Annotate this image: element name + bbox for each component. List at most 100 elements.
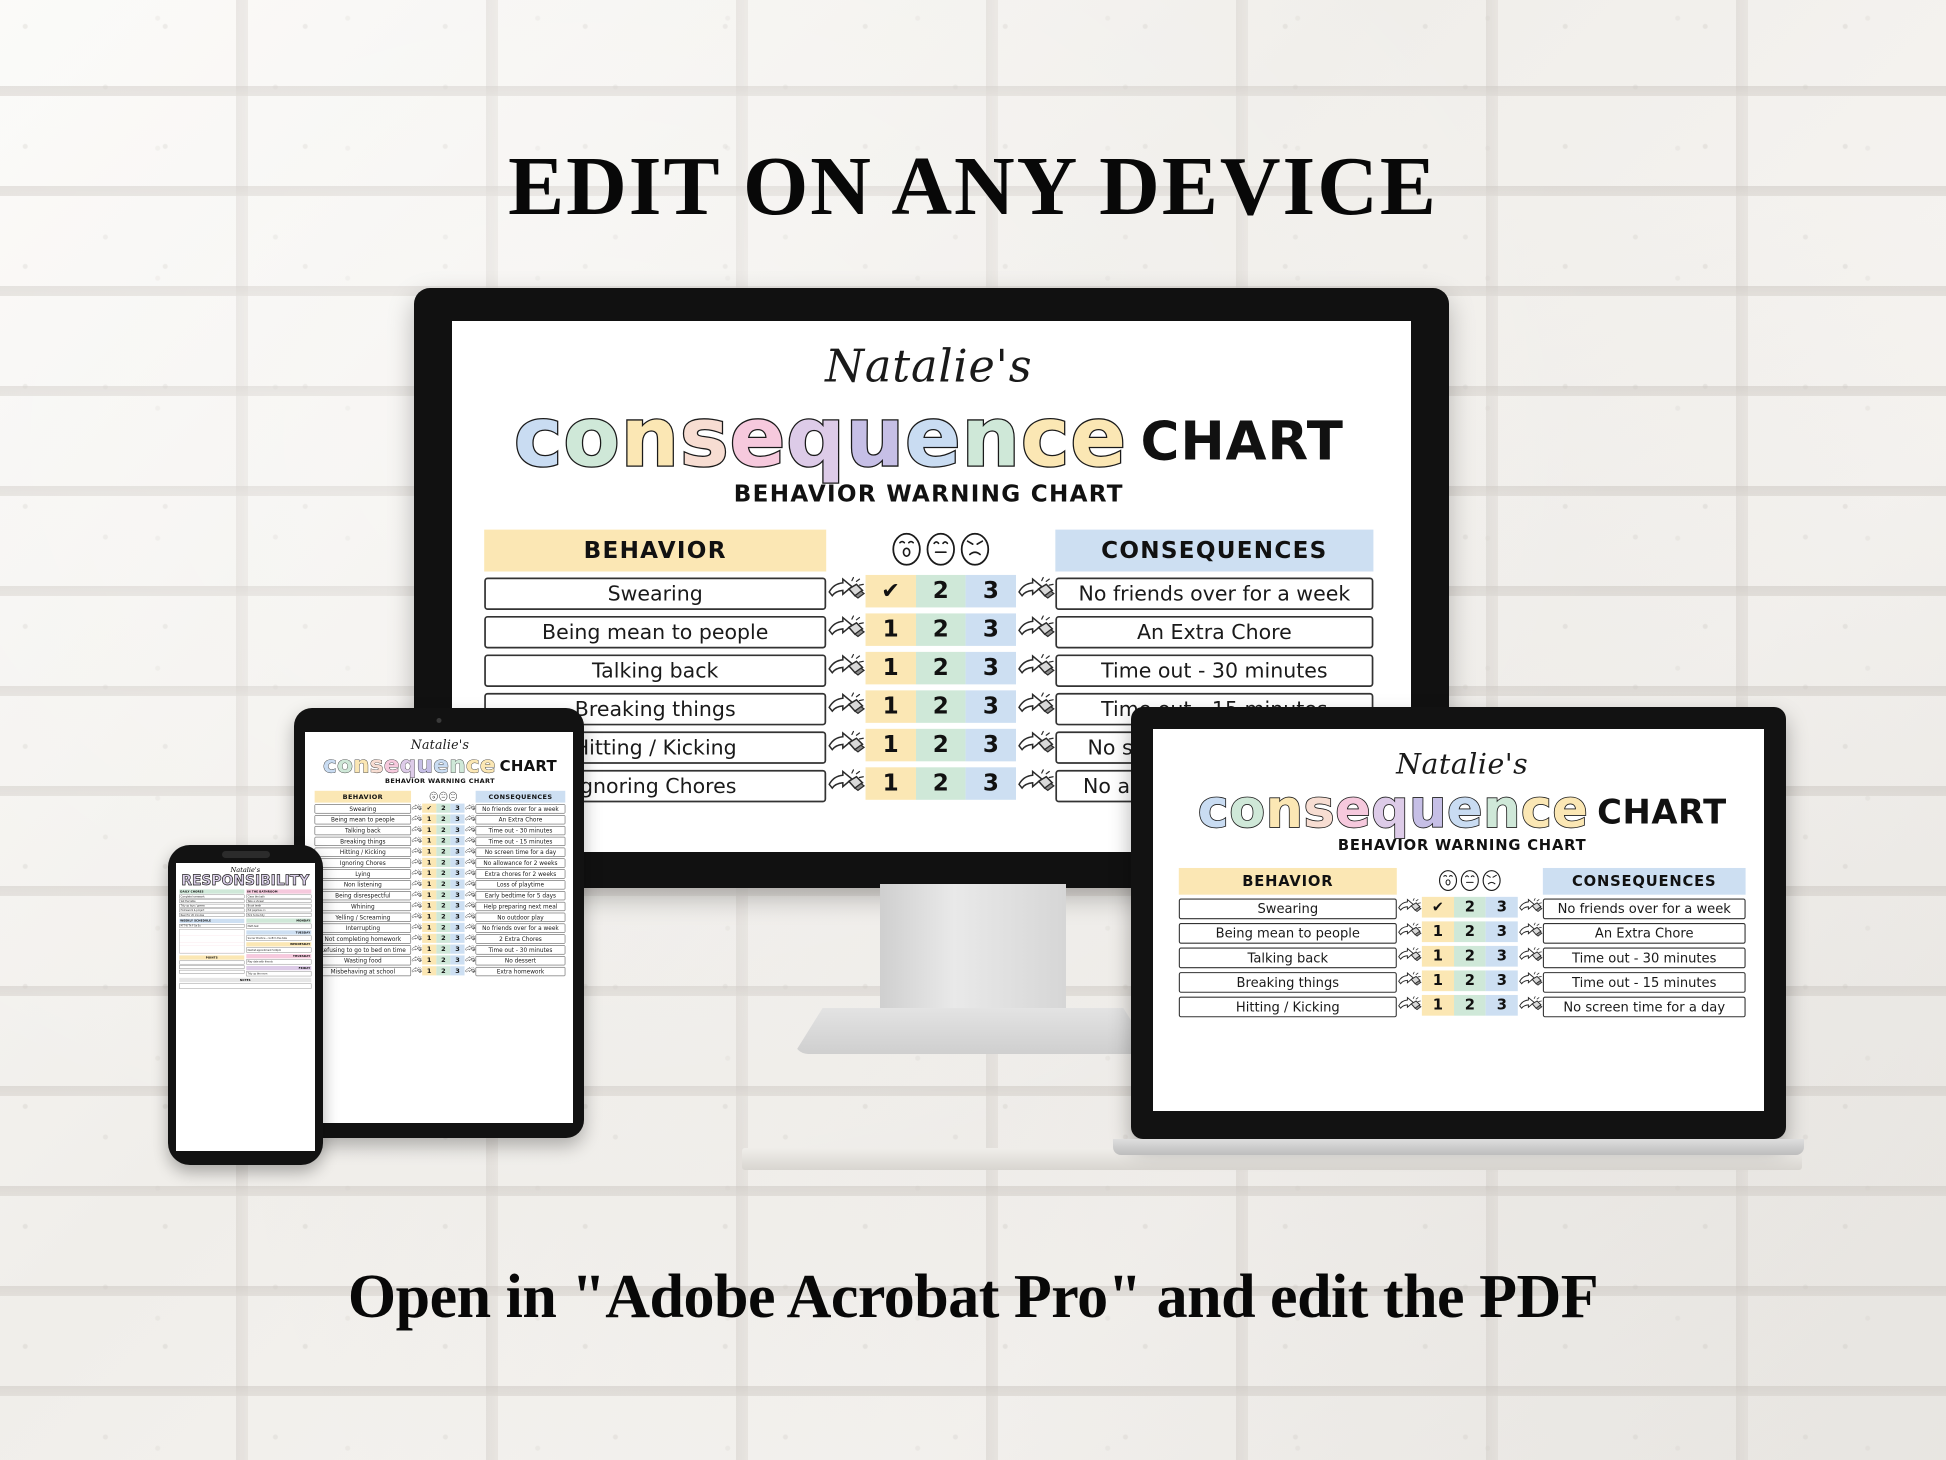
warning-box-3[interactable]: 3	[450, 955, 465, 965]
consequence-cell[interactable]: An Extra Chore	[1055, 616, 1374, 649]
consequence-cell[interactable]: Early bedtime for 5 days	[475, 891, 566, 901]
behavior-cell[interactable]: Hitting / Kicking	[314, 847, 412, 857]
consequence-cell[interactable]: No friends over for a week	[475, 923, 566, 933]
warning-box-2[interactable]: 2	[1453, 921, 1486, 943]
warning-box-3[interactable]: 3	[450, 944, 465, 954]
warning-box-3[interactable]: 3	[965, 767, 1017, 801]
warning-box-1[interactable]: 1	[422, 836, 437, 846]
behavior-cell[interactable]: Lying	[314, 869, 412, 879]
consequence-cell[interactable]: An Extra Chore	[1542, 923, 1746, 944]
consequence-cell[interactable]: Time out - 15 minutes	[475, 836, 566, 847]
warning-box-3[interactable]: 3	[450, 803, 465, 813]
warning-box-3[interactable]: 3	[965, 575, 1017, 608]
warning-box-2[interactable]: 2	[436, 933, 451, 943]
behavior-cell[interactable]: Swearing	[314, 804, 412, 814]
consequence-cell[interactable]: Loss of playtime	[475, 880, 566, 890]
warning-box-1[interactable]: 1	[1421, 946, 1454, 967]
behavior-cell[interactable]: Breaking things	[314, 836, 412, 847]
behavior-cell[interactable]: Whining	[314, 901, 412, 912]
consequence-cell[interactable]: No dessert	[475, 956, 566, 966]
warning-box-1[interactable]: 1	[422, 944, 437, 954]
consequence-cell[interactable]: Extra chores for 2 weeks	[475, 869, 566, 879]
schedule-entry[interactable]: Math test	[246, 923, 312, 929]
warning-box-2[interactable]: 2	[436, 966, 451, 976]
warning-box-1[interactable]: 1	[1421, 995, 1454, 1016]
bathroom-item[interactable]: Pick home tidy	[246, 913, 312, 917]
warning-box-3[interactable]: 3	[1485, 897, 1518, 918]
warning-box-3[interactable]: 3	[450, 912, 465, 922]
tablet-screen[interactable]: Natalie's consequence CHART BEHAVIOR WARNIN…	[305, 732, 573, 1123]
behavior-cell[interactable]: Hitting / Kicking	[1178, 996, 1397, 1018]
behavior-cell[interactable]: Misbehaving at school	[314, 967, 412, 977]
warning-box-3[interactable]: 3	[965, 613, 1017, 647]
behavior-cell[interactable]: Being mean to people	[314, 815, 412, 825]
warning-box-1[interactable]: 1	[422, 879, 437, 889]
phone-screen[interactable]: Natalie's RESPONSIBILITY DAILY CHORES Compl…	[176, 863, 315, 1151]
schedule-entry[interactable]: Dentist appointment 5.00pm	[246, 947, 312, 953]
warning-box-2[interactable]: 2	[1453, 946, 1486, 967]
behavior-cell[interactable]: Refusing to go to bed on time	[314, 945, 412, 955]
points-row[interactable]	[179, 965, 245, 969]
schedule-entry[interactable]: Play date with friends	[246, 959, 312, 965]
warning-box-1[interactable]: 1	[422, 857, 437, 868]
behavior-cell[interactable]: Yelling / Screaming	[314, 912, 412, 922]
chore-item[interactable]: Homework & project	[179, 908, 245, 913]
warning-box-2[interactable]: 2	[436, 890, 451, 900]
warning-box-1[interactable]: 1	[422, 912, 437, 922]
warning-box-3[interactable]: 3	[450, 836, 465, 846]
bathroom-item[interactable]: Brush teeth	[246, 903, 312, 908]
bathroom-item[interactable]: Take a shower	[246, 899, 312, 903]
warning-box-3[interactable]: 3	[450, 857, 465, 868]
schedule-entry[interactable]: Soccer Practice - confirm the date	[246, 935, 312, 941]
warning-box-2[interactable]: 2	[436, 814, 451, 824]
consequence-cell[interactable]: No outdoor play	[475, 912, 566, 922]
warning-box-3[interactable]: 3	[965, 729, 1017, 762]
schedule-entry[interactable]: Tidy up the room	[246, 971, 312, 977]
points-row[interactable]	[179, 969, 245, 974]
chore-item[interactable]: Set the table	[179, 899, 245, 903]
warning-box-1[interactable]: 1	[1421, 970, 1454, 992]
consequence-cell[interactable]: No friends over for a week	[1055, 577, 1374, 611]
warning-box-3[interactable]: 3	[450, 847, 465, 857]
warning-box-2[interactable]: 2	[1453, 970, 1486, 992]
warning-box-2[interactable]: 2	[436, 879, 451, 889]
warning-box-1[interactable]: ✔	[1421, 897, 1454, 918]
behavior-cell[interactable]: Non listening	[314, 880, 412, 890]
warning-box-2[interactable]: 2	[915, 652, 966, 685]
warning-box-1[interactable]: 1	[1421, 921, 1454, 943]
laptop-screen[interactable]: Natalie's consequence CHART BEHAVIOR WARNIN…	[1153, 729, 1764, 1111]
notes-box[interactable]	[179, 983, 312, 989]
warning-box-1[interactable]: 1	[422, 955, 437, 965]
points-row[interactable]	[179, 960, 245, 965]
consequence-cell[interactable]: Extra homework	[475, 967, 566, 977]
behavior-cell[interactable]: Wasting food	[314, 956, 412, 966]
behavior-cell[interactable]: Talking back	[314, 826, 412, 836]
warning-box-2[interactable]: 2	[915, 575, 966, 608]
warning-box-1[interactable]: 1	[865, 613, 916, 647]
consequence-cell[interactable]: Time out - 30 minutes	[475, 945, 566, 955]
consequence-cell[interactable]: Time out - 30 minutes	[475, 826, 566, 836]
warning-box-1[interactable]: 1	[422, 901, 437, 911]
warning-box-3[interactable]: 3	[450, 825, 465, 835]
warning-box-1[interactable]: 1	[422, 825, 437, 835]
bathroom-item[interactable]: Clean the bath	[246, 894, 312, 899]
warning-box-3[interactable]: 3	[450, 879, 465, 889]
behavior-cell[interactable]: Being mean to people	[1178, 923, 1397, 944]
consequence-cell[interactable]: Time out - 30 minutes	[1542, 947, 1746, 969]
behavior-cell[interactable]: Talking back	[484, 654, 827, 688]
warning-box-3[interactable]: 3	[965, 652, 1017, 685]
warning-box-1[interactable]: 1	[422, 922, 437, 933]
chore-item[interactable]: Read for 20 minutes	[179, 913, 245, 917]
behavior-cell[interactable]: Being disrespectful	[314, 891, 412, 901]
warning-box-1[interactable]: ✔	[865, 575, 916, 608]
behavior-cell[interactable]: Swearing	[1178, 898, 1397, 920]
warning-box-2[interactable]: 2	[436, 825, 451, 835]
warning-box-1[interactable]: 1	[865, 767, 916, 801]
warning-box-3[interactable]: 3	[1485, 995, 1518, 1016]
warning-box-3[interactable]: 3	[450, 922, 465, 933]
warning-box-1[interactable]: 1	[422, 933, 437, 943]
warning-box-3[interactable]: 3	[450, 890, 465, 900]
warning-box-2[interactable]: 2	[915, 767, 966, 801]
consequence-cell[interactable]: An Extra Chore	[475, 815, 566, 825]
warning-box-2[interactable]: 2	[436, 955, 451, 965]
